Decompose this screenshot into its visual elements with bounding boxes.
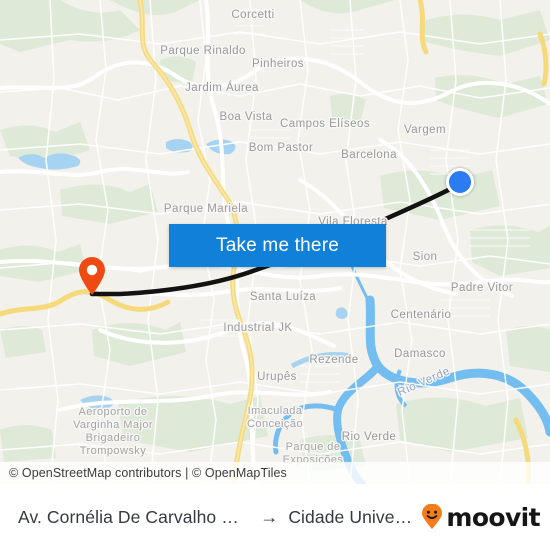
origin-dot-marker[interactable] bbox=[446, 168, 474, 196]
moovit-logo[interactable]: moovit bbox=[420, 502, 541, 532]
origin-dot-icon bbox=[446, 168, 474, 196]
moovit-pin-icon bbox=[422, 504, 443, 529]
destination-pin-icon bbox=[79, 257, 105, 295]
map-share-card: Corcetti Parque Rinaldo Pinheiros Jardim Áu… bbox=[0, 0, 550, 550]
map-attribution: © OpenStreetMap contributors | © OpenMap… bbox=[0, 462, 550, 484]
moovit-wordmark: moovit bbox=[446, 502, 540, 532]
route-destination-label: Cidade Universit… bbox=[288, 506, 414, 527]
route-origin-label: Av. Cornélia De Carvalho Domin… bbox=[18, 506, 250, 527]
route-summary: Av. Cornélia De Carvalho Domin… → Cidade… bbox=[18, 507, 414, 528]
attribution-text: © OpenStreetMap contributors | © OpenMap… bbox=[9, 466, 287, 480]
bottom-bar: Av. Cornélia De Carvalho Domin… → Cidade… bbox=[0, 484, 550, 550]
arrow-right-icon: → bbox=[260, 506, 279, 527]
map-canvas[interactable]: Corcetti Parque Rinaldo Pinheiros Jardim Áu… bbox=[0, 0, 550, 484]
take-me-there-button[interactable]: Take me there bbox=[169, 224, 386, 267]
